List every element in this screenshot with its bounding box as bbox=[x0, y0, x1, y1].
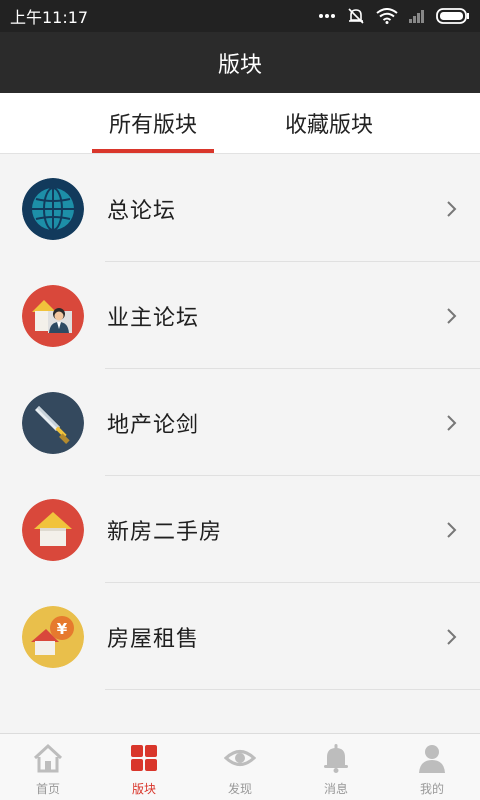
tab-favorite-forums[interactable]: 收藏版块 bbox=[268, 93, 390, 153]
battery-icon bbox=[436, 8, 470, 24]
chevron-right-icon bbox=[447, 628, 457, 645]
forum-list: 总论坛 业主论坛 地产论剑 新房二手房 ¥ 房屋租售 bbox=[0, 155, 480, 733]
bell-icon bbox=[324, 744, 348, 773]
active-tab-indicator bbox=[92, 149, 214, 153]
forum-item-partial[interactable] bbox=[0, 690, 480, 733]
chevron-right-icon bbox=[447, 414, 457, 431]
forum-item-new-secondhand-homes[interactable]: 新房二手房 bbox=[0, 476, 480, 583]
sword-icon bbox=[22, 391, 84, 454]
nav-home-label: 首页 bbox=[35, 782, 60, 796]
nav-messages[interactable]: 消息 bbox=[288, 734, 384, 800]
nav-messages-label: 消息 bbox=[323, 782, 348, 796]
house-owner-icon bbox=[22, 284, 84, 347]
chevron-right-icon bbox=[447, 521, 457, 538]
tab-bar: 所有版块 收藏版块 bbox=[0, 93, 480, 154]
forum-item-rent-sale[interactable]: ¥ 房屋租售 bbox=[0, 583, 480, 690]
forum-item-label: 新房二手房 bbox=[107, 519, 223, 545]
forum-item-label: 地产论剑 bbox=[107, 412, 200, 438]
nav-discover-label: 发现 bbox=[227, 782, 252, 796]
chevron-right-icon bbox=[447, 307, 457, 324]
nav-forums-label: 版块 bbox=[131, 782, 156, 796]
status-time: 上午11:17 bbox=[10, 8, 89, 27]
page-title: 版块 bbox=[217, 52, 262, 78]
bottom-navigation: 首页 版块 发现 消息 我的 bbox=[0, 733, 480, 800]
forum-item-label: 总论坛 bbox=[107, 198, 177, 224]
globe-icon bbox=[22, 177, 84, 240]
nav-discover[interactable]: 发现 bbox=[192, 734, 288, 800]
page-header: 版块 bbox=[0, 32, 480, 93]
chevron-right-icon bbox=[447, 200, 457, 217]
nav-home[interactable]: 首页 bbox=[0, 734, 96, 800]
house-icon bbox=[22, 498, 84, 561]
wifi-icon bbox=[376, 8, 398, 24]
grid-icon bbox=[131, 745, 157, 771]
eye-icon bbox=[224, 750, 256, 766]
nav-profile[interactable]: 我的 bbox=[384, 734, 480, 800]
tab-all-forums[interactable]: 所有版块 bbox=[92, 93, 214, 153]
forum-item-label: 业主论坛 bbox=[107, 305, 200, 331]
forum-item-general[interactable]: 总论坛 bbox=[0, 155, 480, 262]
house-yen-icon: ¥ bbox=[22, 605, 84, 668]
home-icon bbox=[33, 743, 63, 773]
forum-item-property-debate[interactable]: 地产论剑 bbox=[0, 369, 480, 476]
nav-profile-label: 我的 bbox=[419, 782, 444, 796]
status-bar: 上午11:17 bbox=[0, 0, 480, 32]
signal-icon bbox=[408, 9, 426, 23]
svg-text:¥: ¥ bbox=[57, 620, 68, 638]
mute-icon bbox=[346, 7, 366, 25]
more-dots-icon bbox=[318, 13, 336, 19]
forum-item-owners[interactable]: 业主论坛 bbox=[0, 262, 480, 369]
status-icons bbox=[318, 7, 470, 25]
person-icon bbox=[419, 745, 445, 773]
forum-item-label: 房屋租售 bbox=[107, 626, 200, 652]
nav-forums[interactable]: 版块 bbox=[96, 734, 192, 800]
